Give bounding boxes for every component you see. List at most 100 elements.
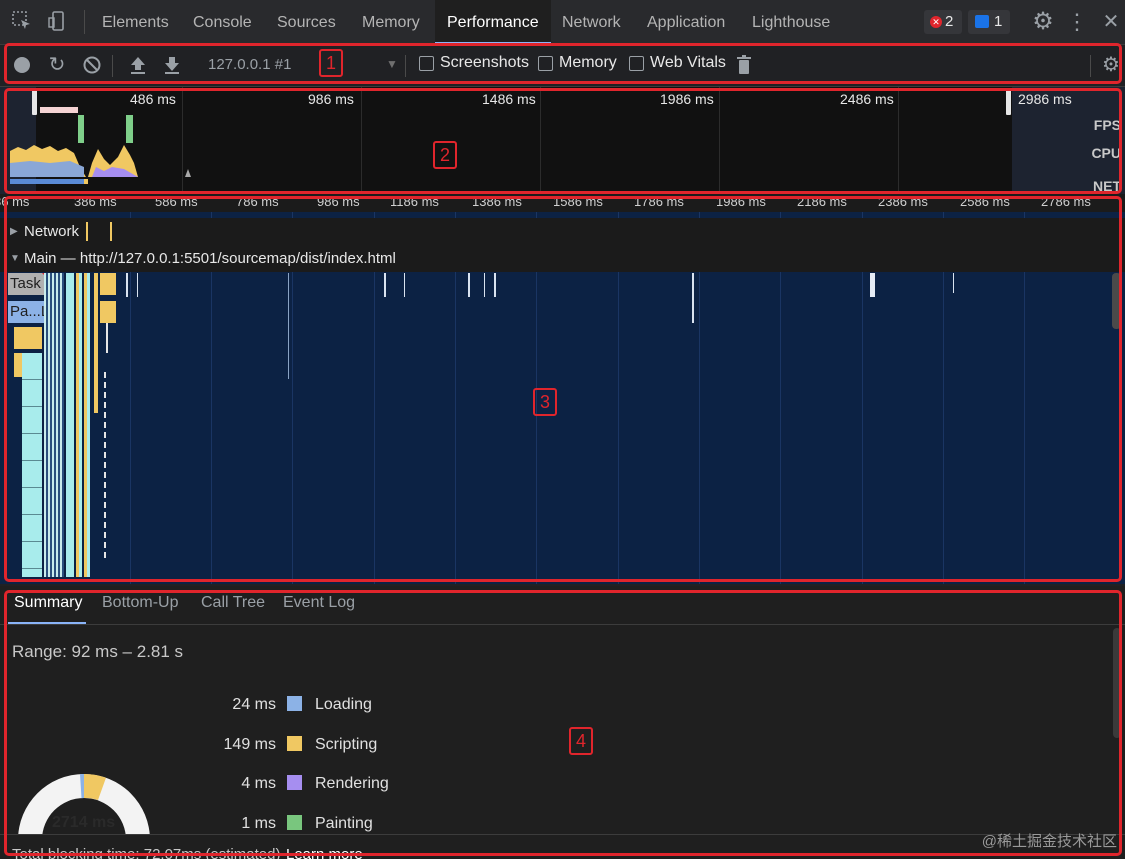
net-lane-label: NET — [1093, 178, 1121, 194]
overview-tick: 2986 ms — [1018, 91, 1072, 107]
overview-tick: 486 ms — [130, 91, 176, 107]
ruler-tick: 2186 ms — [797, 194, 847, 209]
device-toolbar-icon[interactable] — [46, 10, 70, 34]
ruler-tick: 586 ms — [155, 194, 198, 209]
ruler-tick: 386 ms — [74, 194, 117, 209]
annotation-number: 4 — [569, 727, 593, 755]
details-scrollbar[interactable] — [1113, 628, 1121, 738]
legend-rendering-label: Rendering — [315, 775, 389, 792]
tab-sources[interactable]: Sources — [277, 0, 336, 44]
web-vitals-label[interactable]: Web Vitals — [650, 54, 726, 72]
network-request-mark — [86, 222, 88, 241]
network-track-label: Network — [24, 223, 80, 240]
tab-call-tree[interactable]: Call Tree — [201, 594, 265, 612]
legend-loading-ms: 24 ms — [232, 696, 276, 713]
selection-handle-right[interactable] — [1006, 89, 1011, 115]
total-blocking-time-text: Total blocking time: 72.07ms (estimated) — [12, 846, 281, 859]
event-slice[interactable] — [468, 273, 470, 297]
donut-total-label: 2714 ms — [52, 814, 116, 831]
scripting-block[interactable] — [14, 327, 42, 349]
tab-summary[interactable]: Summary — [14, 594, 82, 612]
cpu-lane-label: CPU — [1091, 145, 1121, 161]
function-call-stack[interactable] — [76, 273, 92, 577]
tab-memory[interactable]: Memory — [362, 0, 420, 44]
record-button[interactable] — [11, 54, 33, 76]
tab-divider — [84, 10, 85, 34]
event-slice[interactable] — [384, 273, 386, 297]
settings-gear-icon[interactable]: ⚙ — [1030, 9, 1056, 35]
event-slice[interactable] — [692, 273, 694, 323]
message-icon — [975, 15, 989, 28]
screenshots-label[interactable]: Screenshots — [440, 54, 529, 72]
event-slice[interactable] — [126, 273, 128, 297]
web-vitals-checkbox[interactable] — [629, 56, 644, 71]
function-call-stack[interactable] — [66, 273, 74, 577]
devtools-tab-bar: Elements Console Sources Memory Performa… — [0, 0, 1125, 45]
event-slice[interactable] — [953, 273, 954, 293]
tab-network[interactable]: Network — [562, 0, 621, 44]
net-bar — [84, 179, 88, 184]
tab-bottom-up[interactable]: Bottom-Up — [102, 594, 178, 612]
download-profile-icon[interactable] — [161, 54, 183, 76]
flame-scrollbar[interactable] — [1112, 273, 1121, 329]
tab-application[interactable]: Application — [647, 0, 725, 44]
memory-checkbox[interactable] — [538, 56, 553, 71]
function-call-stack[interactable] — [44, 273, 64, 577]
overview-tick: 986 ms — [308, 91, 354, 107]
tab-console[interactable]: Console — [193, 0, 252, 44]
memory-label[interactable]: Memory — [559, 54, 617, 72]
inspect-element-icon[interactable] — [10, 10, 34, 34]
ruler-tick: 986 ms — [317, 194, 360, 209]
network-track-header[interactable]: ▶ Network — [0, 218, 1125, 245]
scripting-block[interactable] — [100, 273, 116, 295]
toolbar-divider — [405, 55, 406, 77]
scripting-block[interactable] — [94, 273, 98, 413]
collect-garbage-icon[interactable] — [733, 54, 755, 76]
profile-select[interactable]: 127.0.0.1 #1 — [208, 56, 291, 73]
overview-tick: 2486 ms — [840, 91, 894, 107]
tab-elements[interactable]: Elements — [102, 0, 169, 44]
errors-badge[interactable]: ✕ 2 — [924, 10, 962, 34]
main-track-label: Main — http://127.0.0.1:5501/sourcemap/d… — [24, 250, 396, 267]
ruler-tick: 1786 ms — [634, 194, 684, 209]
messages-badge[interactable]: 1 — [968, 10, 1010, 34]
annotation-number: 3 — [533, 388, 557, 416]
flame-chart[interactable]: ▶ Network ▼ Main — http://127.0.0.1:5501… — [0, 212, 1125, 584]
event-slice[interactable] — [104, 372, 106, 562]
event-slice[interactable] — [106, 323, 108, 353]
clear-icon[interactable] — [81, 54, 103, 76]
function-call-stack[interactable] — [22, 353, 42, 577]
event-slice[interactable] — [870, 273, 875, 297]
messages-count: 1 — [994, 13, 1003, 30]
scripting-block[interactable] — [100, 301, 116, 323]
ruler-tick: 1186 ms — [390, 194, 439, 209]
event-slice[interactable] — [137, 273, 138, 297]
expand-arrow-icon: ▶ — [10, 226, 18, 237]
event-slice[interactable] — [288, 273, 289, 379]
event-slice[interactable] — [484, 273, 485, 297]
overview-gridline — [898, 87, 899, 194]
legend-scripting-label: Scripting — [315, 736, 378, 753]
tab-performance[interactable]: Performance — [435, 0, 551, 44]
event-slice[interactable] — [404, 273, 405, 297]
timeline-overview[interactable]: 486 ms 986 ms 1486 ms 1986 ms 2486 ms 29… — [0, 87, 1125, 194]
legend-scripting-swatch — [287, 736, 302, 751]
close-devtools-icon[interactable]: ✕ — [1100, 9, 1122, 35]
upload-profile-icon[interactable] — [127, 54, 149, 76]
legend-painting-label: Painting — [315, 815, 373, 832]
selection-handle-left[interactable] — [32, 89, 37, 115]
screenshots-checkbox[interactable] — [419, 56, 434, 71]
overview-gridline — [361, 87, 362, 194]
learn-more-link[interactable]: Learn more — [286, 846, 363, 859]
capture-settings-gear-icon[interactable]: ⚙ — [1100, 54, 1122, 76]
net-bar — [10, 179, 84, 184]
chevron-down-icon[interactable]: ▼ — [386, 57, 398, 71]
tab-event-log[interactable]: Event Log — [283, 594, 355, 612]
legend-rendering-swatch — [287, 775, 302, 790]
main-track-header[interactable]: ▼ Main — http://127.0.0.1:5501/sourcemap… — [0, 245, 1125, 272]
tab-lighthouse[interactable]: Lighthouse — [752, 0, 830, 44]
annotation-number: 1 — [319, 49, 343, 77]
more-options-icon[interactable]: ⋮ — [1066, 9, 1088, 35]
event-slice[interactable] — [494, 273, 496, 297]
reload-record-icon[interactable]: ↻ — [46, 54, 68, 76]
